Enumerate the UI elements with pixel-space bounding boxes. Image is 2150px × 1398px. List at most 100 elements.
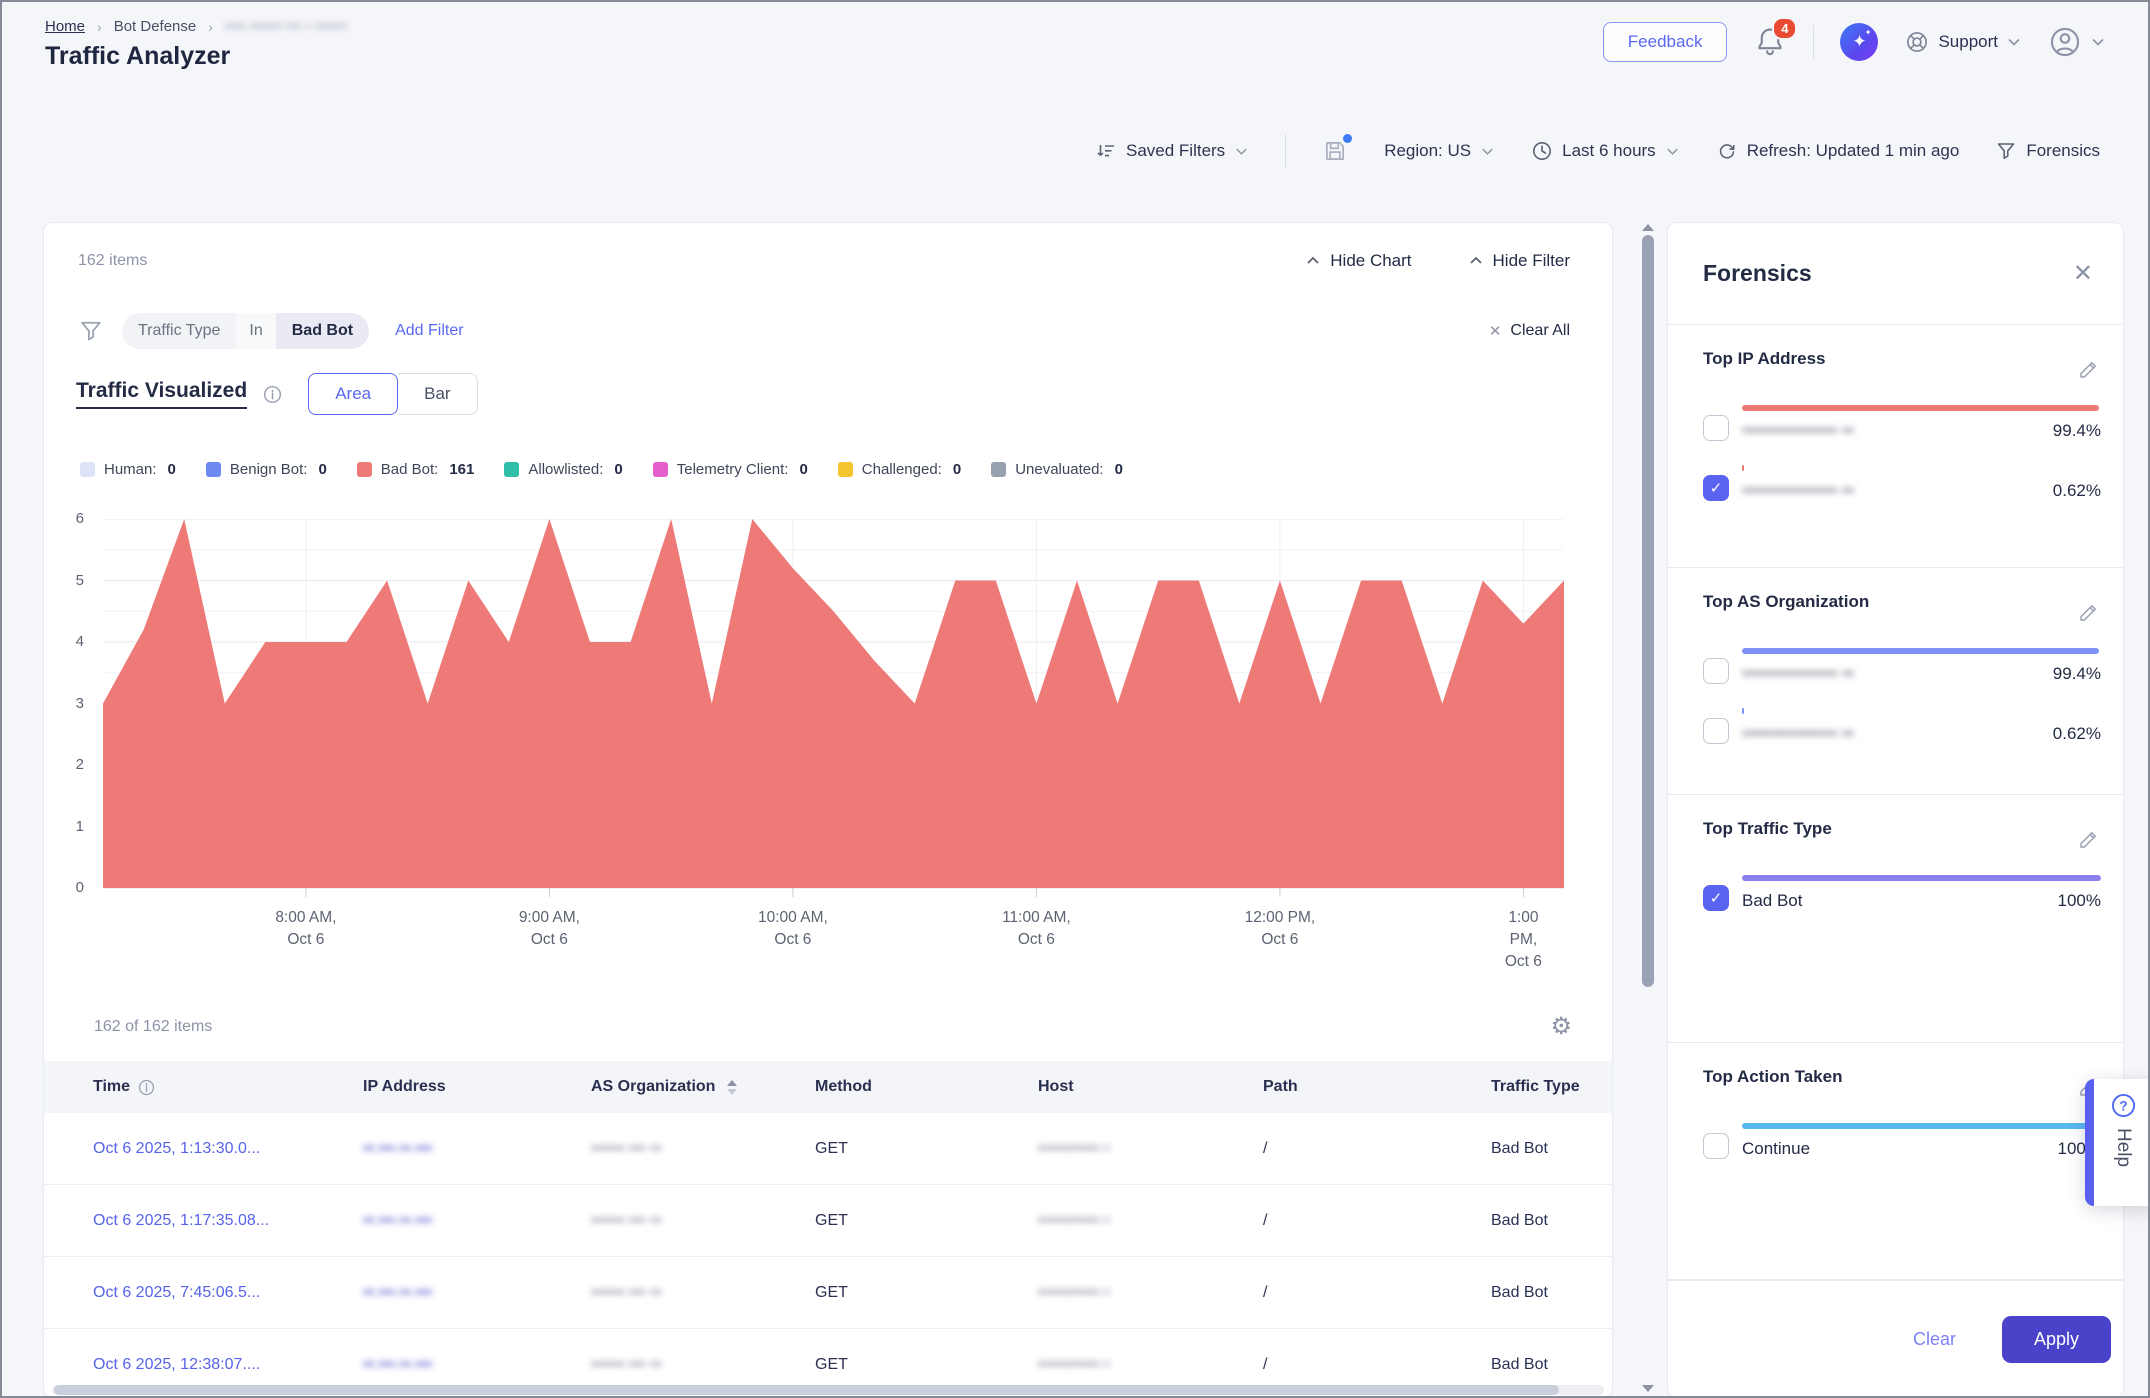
y-tick-label: 0 <box>44 879 84 896</box>
legend-item-human[interactable]: Human:0 <box>80 461 176 478</box>
vertical-scrollbar-thumb[interactable] <box>1642 235 1654 987</box>
chart-type-bar-button[interactable]: Bar <box>398 373 477 415</box>
hide-filter-toggle[interactable]: Hide Filter <box>1468 251 1570 271</box>
sort-arrows-icon[interactable] <box>727 1080 737 1095</box>
help-tab-accent <box>2085 1079 2094 1206</box>
filter-chip-value[interactable]: Bad Bot <box>276 313 369 349</box>
checkbox[interactable]: ✓ <box>1703 885 1729 911</box>
method-cell: GET <box>815 1284 1038 1302</box>
checkbox[interactable] <box>1703 718 1729 744</box>
filter-chip-operator[interactable]: In <box>236 313 275 349</box>
hide-chart-toggle[interactable]: Hide Chart <box>1305 251 1411 271</box>
legend-item-bad-bot[interactable]: Bad Bot:161 <box>357 461 475 478</box>
time-link[interactable]: Oct 6 2025, 7:45:06.5... <box>93 1284 363 1302</box>
checkbox[interactable] <box>1703 415 1729 441</box>
user-menu[interactable] <box>2048 25 2106 59</box>
save-filter-button[interactable] <box>1322 138 1348 164</box>
legend-item-challenged[interactable]: Challenged:0 <box>838 461 961 478</box>
legend-item-telemetry-client[interactable]: Telemetry Client:0 <box>653 461 808 478</box>
table-row[interactable]: Oct 6 2025, 1:17:35.08... ••.•••.••.••• … <box>44 1185 1612 1257</box>
chart-title: Traffic Visualized <box>76 379 247 409</box>
scroll-up-arrow-icon[interactable] <box>1642 224 1654 231</box>
method-cell: GET <box>815 1140 1038 1158</box>
legend-swatch <box>991 462 1006 477</box>
forensics-item: •••••••••••••••• •• 99.4% <box>1703 648 2101 684</box>
sparkle-mini-icon: ✦ <box>1865 28 1872 37</box>
horizontal-scrollbar-thumb[interactable] <box>54 1385 1559 1395</box>
region-dropdown[interactable]: Region: US <box>1384 141 1495 161</box>
x-tick-label: 9:00 AM,Oct 6 <box>519 907 580 951</box>
notifications-button[interactable]: 4 <box>1753 25 1787 59</box>
add-filter-button[interactable]: Add Filter <box>395 322 463 340</box>
table-row[interactable]: Oct 6 2025, 12:38:07.... ••.•••.••.••• •… <box>44 1329 1612 1385</box>
breadcrumb-home-link[interactable]: Home <box>45 18 85 35</box>
forensics-header: Forensics ✕ <box>1668 223 2123 325</box>
column-header-as-organization[interactable]: AS Organization <box>591 1078 815 1096</box>
svg-text:?: ? <box>2119 1098 2127 1113</box>
close-icon[interactable]: ✕ <box>2073 259 2093 288</box>
filter-chip-field[interactable]: Traffic Type <box>122 313 236 349</box>
traffic-area-chart[interactable] <box>103 519 1564 898</box>
time-range-dropdown[interactable]: Last 6 hours <box>1531 140 1680 162</box>
clear-all-button[interactable]: ✕ Clear All <box>1489 322 1570 340</box>
edit-pencil-icon[interactable] <box>2077 357 2101 381</box>
chevron-right-icon: › <box>208 19 213 35</box>
item-percent: 0.62% <box>2053 724 2101 744</box>
header-divider <box>1813 25 1814 59</box>
x-tick-label: 1:00 PM,Oct 6 <box>1503 907 1544 973</box>
table-settings-gear-icon[interactable]: ⚙ <box>1550 1015 1572 1039</box>
traffic-analyzer-screen: Home › Bot Defense › •••• •••••• ••• • •… <box>0 0 2150 1398</box>
horizontal-scrollbar[interactable] <box>52 1385 1604 1395</box>
refresh-button[interactable]: Refresh: Updated 1 min ago <box>1716 140 1960 162</box>
legend-swatch <box>80 462 95 477</box>
y-tick-label: 3 <box>44 695 84 712</box>
checkbox[interactable] <box>1703 658 1729 684</box>
table-row[interactable]: Oct 6 2025, 1:13:30.0... ••.•••.••.••• •… <box>44 1113 1612 1185</box>
as-org-cell: •••••• ••• •• <box>591 1212 815 1230</box>
forensics-footer: Clear Apply <box>1668 1280 2123 1397</box>
ip-cell: ••.•••.••.••• <box>363 1284 591 1302</box>
breadcrumb-masked-segment: •••• •••••• ••• • •••••• <box>225 18 347 35</box>
item-label: •••••••••••••••• •• <box>1742 724 1854 744</box>
forensics-toggle[interactable]: Forensics <box>1995 140 2100 162</box>
chart-header: Traffic Visualized Area Bar <box>76 373 478 415</box>
forensics-item: •••••••••••••••• •• 99.4% <box>1703 405 2101 441</box>
feedback-button[interactable]: Feedback <box>1603 22 1728 62</box>
edit-pencil-icon[interactable] <box>2077 600 2101 624</box>
host-cell: ••••••••••• • <box>1038 1212 1263 1230</box>
info-icon[interactable] <box>138 1079 155 1096</box>
help-tab[interactable]: ? Help <box>2085 1079 2150 1206</box>
checkbox[interactable]: ✓ <box>1703 475 1729 501</box>
support-menu[interactable]: Support <box>1904 29 2022 55</box>
legend-swatch <box>504 462 519 477</box>
method-cell: GET <box>815 1356 1038 1374</box>
checkbox[interactable] <box>1703 1133 1729 1159</box>
percent-bar <box>1742 708 1744 714</box>
info-icon[interactable] <box>263 385 282 404</box>
time-link[interactable]: Oct 6 2025, 1:17:35.08... <box>93 1212 363 1230</box>
clock-icon <box>1531 140 1553 162</box>
legend-item-unevaluated[interactable]: Unevaluated:0 <box>991 461 1123 478</box>
saved-filters-dropdown[interactable]: Saved Filters <box>1095 140 1249 162</box>
time-range-label: Last 6 hours <box>1562 141 1656 161</box>
apply-button[interactable]: Apply <box>2002 1316 2111 1363</box>
breadcrumb-section[interactable]: Bot Defense <box>114 18 197 35</box>
chart-type-toggle: Area Bar <box>308 373 477 415</box>
scroll-down-arrow-icon[interactable] <box>1642 1385 1654 1392</box>
chart-type-area-button[interactable]: Area <box>308 373 398 415</box>
saved-filters-label: Saved Filters <box>1126 141 1225 161</box>
y-tick-label: 2 <box>44 756 84 773</box>
breadcrumb: Home › Bot Defense › •••• •••••• ••• • •… <box>45 18 347 35</box>
ai-assistant-button[interactable]: ✦ ✦ <box>1840 23 1878 61</box>
clear-button[interactable]: Clear <box>1913 1329 1956 1350</box>
table-row[interactable]: Oct 6 2025, 7:45:06.5... ••.•••.••.••• •… <box>44 1257 1612 1329</box>
legend-item-benign-bot[interactable]: Benign Bot:0 <box>206 461 327 478</box>
legend-item-allowlisted[interactable]: Allowlisted:0 <box>504 461 622 478</box>
y-tick-label: 5 <box>44 572 84 589</box>
time-link[interactable]: Oct 6 2025, 1:13:30.0... <box>93 1140 363 1158</box>
vertical-scrollbar[interactable] <box>1642 224 1654 1392</box>
edit-pencil-icon[interactable] <box>2077 827 2101 851</box>
refresh-icon <box>1716 140 1738 162</box>
forensics-item: ✓ •••••••••••••••• •• 0.62% <box>1703 465 2101 501</box>
time-link[interactable]: Oct 6 2025, 12:38:07.... <box>93 1356 363 1374</box>
